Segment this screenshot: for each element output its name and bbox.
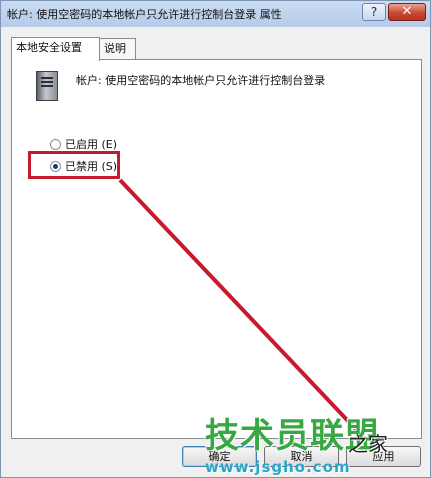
watermark-url: www.jsgho.com — [205, 458, 351, 476]
annotation-line — [118, 178, 368, 442]
annotation-arrow — [118, 178, 368, 442]
watermark-suffix: 之家 — [348, 432, 388, 456]
tab-local-security-setting[interactable]: 本地安全设置 — [11, 37, 100, 61]
